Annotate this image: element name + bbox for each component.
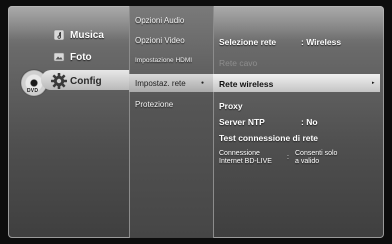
chevron-right-icon: ▸ xyxy=(372,80,375,86)
setting-label: Rete cavo xyxy=(219,58,258,68)
setting-proxy[interactable]: Proxy xyxy=(219,101,243,111)
submenu-item-opzioni-audio[interactable]: Opzioni Audio xyxy=(135,16,184,25)
main-menu-item-musica[interactable]: Musica xyxy=(48,24,128,46)
setting-server-ntp[interactable]: Server NTP : No xyxy=(219,117,318,127)
submenu-item-impostazione-hdmi[interactable]: Impostazione HDMI xyxy=(135,57,192,64)
music-icon xyxy=(48,29,70,41)
setting-label: Server NTP xyxy=(219,117,265,127)
main-menu-label: Config xyxy=(70,75,102,87)
settings-panel: Selezione rete : Wireless Rete cavo Rete… xyxy=(213,6,384,238)
setting-label: Test connessione di rete xyxy=(219,133,319,143)
setting-label: Rete wireless xyxy=(219,79,274,89)
setting-test-connessione[interactable]: Test connessione di rete xyxy=(219,133,318,143)
submenu-arrow-icon: ● xyxy=(201,80,205,86)
setting-value-line2: a valido xyxy=(295,157,320,165)
setting-label-line1: Connessione xyxy=(219,150,260,157)
setting-value-line1: Consenti solo xyxy=(295,150,338,157)
submenu-item-protezione[interactable]: Protezione xyxy=(135,100,173,109)
dvd-disc-label: DVD xyxy=(27,88,39,94)
main-menu-label: Musica xyxy=(70,29,104,41)
setting-value: : Wireless xyxy=(301,37,342,47)
setting-label: Proxy xyxy=(219,101,243,111)
main-menu-label: Foto xyxy=(70,51,92,63)
setting-rete-wireless[interactable]: Rete wireless xyxy=(219,79,273,89)
main-menu-item-foto[interactable]: Foto xyxy=(48,46,128,68)
setting-connessione-bd-live[interactable]: Connessione Internet BD-LIVE : Consenti … xyxy=(219,150,337,165)
submenu-item-opzioni-video[interactable]: Opzioni Video xyxy=(135,36,185,45)
main-menu-item-config[interactable]: Config xyxy=(48,70,128,92)
submenu-item-impostaz-rete[interactable]: Impostaz. rete xyxy=(135,79,186,88)
setting-selezione-rete[interactable]: Selezione rete : Wireless xyxy=(219,37,341,47)
setting-value-colon: : xyxy=(287,154,289,161)
photo-icon xyxy=(48,52,70,62)
setting-label: Selezione rete xyxy=(219,37,277,47)
setting-label-line2: Internet BD-LIVE xyxy=(219,157,272,165)
gear-icon xyxy=(48,72,70,90)
setting-rete-cavo: Rete cavo xyxy=(219,58,257,68)
setting-value: : No xyxy=(301,117,318,127)
